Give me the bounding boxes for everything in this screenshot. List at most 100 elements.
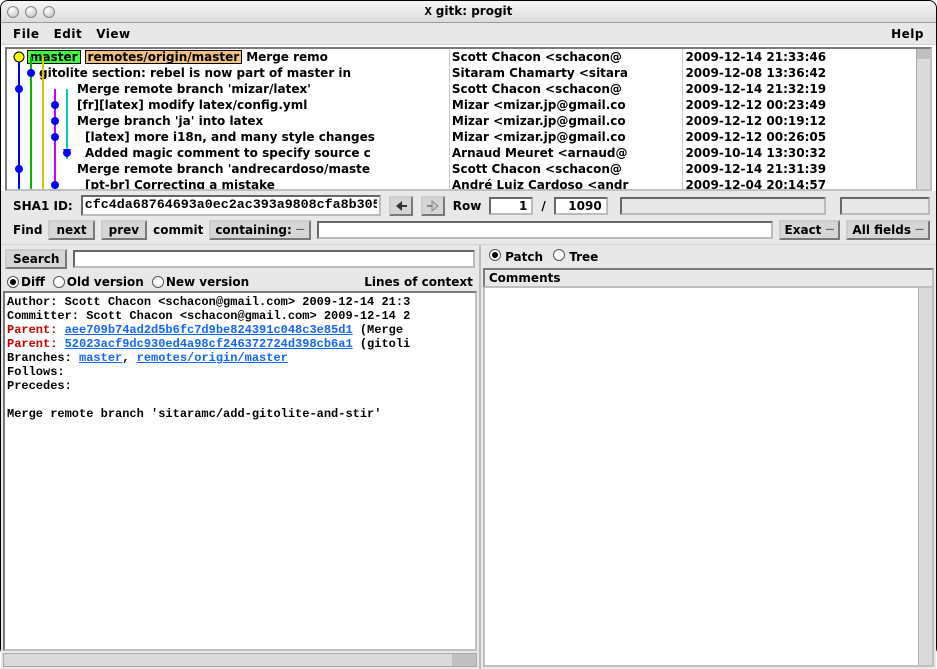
commit-subject: Merge branch 'ja' into latex: [77, 114, 263, 128]
diff-branch-link[interactable]: master: [79, 351, 122, 365]
diff-radio-new[interactable]: New version: [152, 275, 249, 289]
diff-radio-label: Old version: [67, 275, 144, 289]
commit-subject-column: masterremotes/origin/masterMerge remo gi…: [7, 49, 449, 189]
diff-commit-message: Merge remote branch 'sitaramc/add-gitoli…: [7, 407, 473, 421]
date-cell[interactable]: 2009-12-12 00:26:05: [683, 129, 916, 145]
author-cell[interactable]: Mizar <mizar.jp@gmail.co: [450, 129, 683, 145]
author-cell[interactable]: Scott Chacon <schacon@: [450, 81, 683, 97]
date-cell[interactable]: 2009-12-08 13:36:42: [683, 65, 916, 81]
date-column: 2009-12-14 21:33:46 2009-12-08 13:36:42 …: [682, 49, 916, 189]
diff-radio-label: New version: [166, 275, 249, 289]
commit-list-pane: masterremotes/origin/masterMerge remo gi…: [5, 47, 932, 191]
date-cell[interactable]: 2009-12-14 21:31:39: [683, 161, 916, 177]
diff-branches-label: Branches:: [7, 351, 79, 365]
menu-edit[interactable]: Edit: [54, 27, 83, 41]
nav-forward-button[interactable]: [421, 196, 445, 216]
author-cell[interactable]: Mizar <mizar.jp@gmail.co: [450, 113, 683, 129]
date-cell[interactable]: 2009-10-14 13:30:32: [683, 145, 916, 161]
commit-subject: Merge remote branch 'mizar/latex': [77, 82, 311, 96]
diff-follows: Follows:: [7, 365, 473, 379]
find-prev-button[interactable]: prev: [101, 220, 147, 240]
author-cell[interactable]: Scott Chacon <schacon@: [450, 161, 683, 177]
search-row: Search: [1, 245, 479, 273]
menu-file[interactable]: File: [13, 27, 40, 41]
row-label: Row: [453, 199, 482, 213]
find-next-button[interactable]: next: [48, 220, 94, 240]
search-button[interactable]: Search: [5, 249, 67, 269]
date-cell[interactable]: 2009-12-12 00:19:12: [683, 113, 916, 129]
tree-radio[interactable]: Tree: [553, 249, 598, 264]
window-title: Xgitk: progit: [0, 4, 937, 19]
author-cell[interactable]: Sitaram Chamarty <sitara: [450, 65, 683, 81]
sha-label: SHA1 ID:: [13, 199, 73, 213]
window-title-text: gitk: progit: [436, 4, 513, 18]
diff-committer: Scott Chacon <schacon@gmail.com> 2009-12…: [86, 309, 410, 323]
find-input[interactable]: [317, 221, 773, 239]
menu-view[interactable]: View: [96, 27, 130, 41]
diff-parent-link[interactable]: aee709b74ad2d5b6fc7d9be824391c048c3e85d1: [65, 323, 353, 337]
menubar: File Edit View Help: [1, 23, 936, 45]
diff-branch-link[interactable]: remotes/origin/master: [137, 351, 288, 365]
commit-subject: gitolite section: rebel is now part of m…: [39, 66, 351, 80]
comments-header: Comments: [483, 268, 934, 288]
file-list-scrollbar[interactable]: [918, 288, 932, 665]
nav-back-button[interactable]: [389, 196, 413, 216]
x11-icon: X: [425, 5, 432, 19]
diff-author: Scott Chacon <schacon@gmail.com> 2009-12…: [65, 295, 411, 309]
diff-author-label: Author:: [7, 295, 65, 309]
diff-committer-label: Committer:: [7, 309, 86, 323]
date-cell[interactable]: 2009-12-12 00:23:49: [683, 97, 916, 113]
menu-help[interactable]: Help: [891, 27, 924, 41]
row-total: 1090: [554, 197, 608, 215]
diff-parent-label: Parent:: [7, 337, 65, 351]
find-containing-dropdown[interactable]: containing:: [209, 220, 310, 240]
patch-label: Patch: [505, 250, 543, 264]
diff-body[interactable]: Author: Scott Chacon <schacon@gmail.com>…: [3, 291, 477, 651]
search-input[interactable]: [73, 250, 474, 268]
author-column: Scott Chacon <schacon@ Sitaram Chamarty …: [449, 49, 683, 189]
right-pane: Patch Tree Comments: [481, 245, 936, 669]
author-cell[interactable]: Arnaud Meuret <arnaud@: [450, 145, 683, 161]
row-sep: /: [541, 199, 545, 213]
tree-label: Tree: [569, 250, 598, 264]
commit-subject: [latex] more i18n, and many style change…: [85, 130, 375, 144]
patch-radio[interactable]: Patch: [489, 249, 543, 264]
find-exact-dropdown[interactable]: Exact: [779, 220, 841, 240]
radio-icon: [7, 276, 19, 288]
sha-bar: SHA1 ID: Row 1 / 1090: [1, 191, 936, 218]
author-cell[interactable]: André Luiz Cardoso <andr: [450, 177, 683, 189]
find-allfields-dropdown[interactable]: All fields: [846, 220, 930, 240]
bottom-pane: Search Diff Old version New version Line…: [1, 245, 936, 669]
diff-hscrollbar[interactable]: [3, 653, 477, 667]
date-cell[interactable]: 2009-12-14 21:32:19: [683, 81, 916, 97]
file-list[interactable]: [483, 288, 934, 667]
branch-label-remote[interactable]: remotes/origin/master: [85, 50, 243, 64]
diff-parent-link[interactable]: 52023acf9dc930ed4a98cf246372724d398cb6a1: [65, 337, 353, 351]
commit-subject: Merge remo: [246, 50, 328, 64]
find-label: Find: [13, 223, 42, 237]
date-cell[interactable]: 2009-12-14 21:33:46: [683, 49, 916, 65]
diff-radio-diff[interactable]: Diff: [7, 275, 45, 289]
radio-icon: [489, 249, 501, 261]
find-commit-label: commit: [153, 223, 203, 237]
diff-parent-tail: (gitoli: [353, 337, 411, 351]
sha-input[interactable]: [81, 195, 381, 216]
date-cell[interactable]: 2009-12-04 20:14:57: [683, 177, 916, 189]
diff-parent-tail: (Merge: [353, 323, 403, 337]
diff-radio-old[interactable]: Old version: [53, 275, 144, 289]
titlebar: Xgitk: progit: [1, 1, 936, 23]
row-current[interactable]: 1: [489, 197, 533, 215]
row-spare-field: [620, 197, 826, 215]
diff-precedes: Precedes:: [7, 379, 473, 393]
radio-icon: [53, 276, 65, 288]
left-pane: Search Diff Old version New version Line…: [1, 245, 481, 669]
patch-tree-row: Patch Tree: [481, 245, 936, 268]
commit-list-scrollbar[interactable]: [916, 49, 930, 189]
radio-icon: [152, 276, 164, 288]
row-extra-field: [840, 197, 930, 215]
commit-subject: [pt-br] Correcting a mistake: [85, 178, 275, 189]
author-cell[interactable]: Scott Chacon <schacon@: [450, 49, 683, 65]
author-cell[interactable]: Mizar <mizar.jp@gmail.co: [450, 97, 683, 113]
diff-parent-label: Parent:: [7, 323, 65, 337]
lines-of-context-label: Lines of context: [364, 275, 473, 289]
